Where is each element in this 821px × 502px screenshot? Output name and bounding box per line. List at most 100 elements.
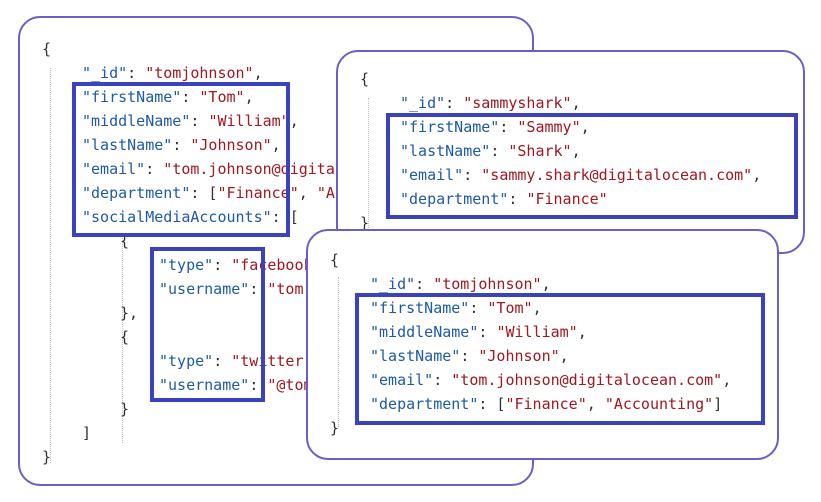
json-object-open: { [120,328,130,346]
json-key: "_id" [82,64,128,82]
json-line-lastname: "lastName": "Johnson", [370,345,569,368]
json-line-firstname: "firstName": "Sammy", [400,116,590,139]
json-object-close: }, [120,304,139,322]
json-key: "_id" [400,94,446,112]
json-key: "lastName" [400,142,491,160]
json-comma: , [253,64,263,82]
indent-guide [338,277,339,427]
json-comma: , [559,347,569,365]
json-key: "department" [370,395,479,413]
json-comma: , [541,275,551,293]
json-line-id: "_id": "sammyshark", [400,92,581,115]
json-comma: , [571,94,581,112]
json-separator: : [490,142,509,160]
json-line-department: "department": ["Finance", "Accounting"] [370,393,722,416]
json-object-close: } [120,400,130,418]
json-value: "Finance" [526,190,608,208]
json-value: "Tom" [199,88,245,106]
json-close-brace: } [42,448,52,466]
json-value: "Sammy" [517,118,581,136]
json-comma: , [289,112,299,130]
json-separator: : [ [271,208,299,226]
json-key: "firstName" [82,88,182,106]
json-close-brace: } [330,419,340,437]
json-key: "email" [82,160,146,178]
document-card-tomjohnson: { "_id": "tomjohnson", "firstName": "Tom… [306,229,779,460]
json-value: "Shark" [508,142,572,160]
json-separator: : [249,280,268,298]
json-separator: : [172,136,191,154]
json-bracket-close: ] [713,395,723,413]
json-separator: : [469,299,488,317]
json-separator: : [181,88,200,106]
json-comma: , [752,166,762,184]
json-value: "Accounting" [604,395,714,413]
json-comma: , [577,323,587,341]
json-separator: : [445,94,464,112]
json-array-close: ] [82,424,92,442]
json-value: "tom.johnson@digitalocean.com" [451,371,723,389]
json-line-email: "email": "tom.johnson@digitalocean.com", [370,369,731,392]
json-separator: : [249,376,268,394]
json-key: "email" [370,371,434,389]
json-line-middlename: "middleName": "William", [82,110,299,133]
json-separator: : [460,347,479,365]
json-line-id: "_id": "tomjohnson", [370,273,551,296]
json-value: "Johnson" [190,136,272,154]
json-comma: , [244,88,254,106]
json-object-open: { [120,232,130,250]
json-key: "firstName" [400,118,500,136]
json-line-lastname: "lastName": "Shark", [400,140,581,163]
json-separator: : [145,160,164,178]
json-separator: : [478,323,497,341]
json-separator: : [415,275,434,293]
json-key: "lastName" [370,347,461,365]
json-value: "tomjohnson" [433,275,542,293]
json-key: "type" [159,256,214,274]
json-separator: : [463,166,482,184]
json-separator: : [213,256,232,274]
json-value: "Finance" [217,184,299,202]
json-open-brace: { [42,40,52,58]
json-separator: , [298,184,317,202]
json-key: "lastName" [82,136,173,154]
json-value: "Finance" [505,395,587,413]
json-line-type-twitter: "type": "twitter", [159,350,322,373]
indent-guide [50,68,51,463]
json-comma: , [571,142,581,160]
json-key: "email" [400,166,464,184]
json-comma: , [271,136,281,154]
json-open-brace: { [330,251,340,269]
json-key: "middleName" [370,323,479,341]
json-line-firstname: "firstName": "Tom", [82,86,254,109]
json-separator: : [508,190,527,208]
json-comma: , [580,118,590,136]
json-value: "sammy.shark@digitalocean.com" [481,166,753,184]
json-line-lastname: "lastName": "Johnson", [82,134,281,157]
json-open-brace: { [360,70,370,88]
json-separator: : [127,64,146,82]
json-value: "Johnson" [478,347,560,365]
json-key: "username" [159,280,250,298]
json-value: "William" [208,112,290,130]
json-line-firstname: "firstName": "Tom", [370,297,542,320]
json-line-department: "department": "Finance" [400,188,608,211]
json-line-id: "_id": "tomjohnson", [82,62,263,85]
document-card-sammyshark: { "_id": "sammyshark", "firstName": "Sam… [336,50,805,254]
json-key: "department" [400,190,509,208]
json-comma: , [722,371,732,389]
json-line-middlename: "middleName": "William", [370,321,587,344]
json-value: "twitter" [231,352,313,370]
json-value: "William" [496,323,578,341]
json-key: "middleName" [82,112,191,130]
json-key: "type" [159,352,214,370]
json-comma: , [532,299,542,317]
json-value: "Tom" [487,299,533,317]
json-line-email: "email": "sammy.shark@digitalocean.com", [400,164,761,187]
json-value: "tomjohnson" [145,64,254,82]
json-line-socialmediaaccounts: "socialMediaAccounts": [ [82,206,299,229]
json-value: "sammyshark" [463,94,572,112]
json-line-type-facebook: "type": "facebook", [159,254,331,277]
json-separator: : [ [190,184,218,202]
json-separator: : [499,118,518,136]
